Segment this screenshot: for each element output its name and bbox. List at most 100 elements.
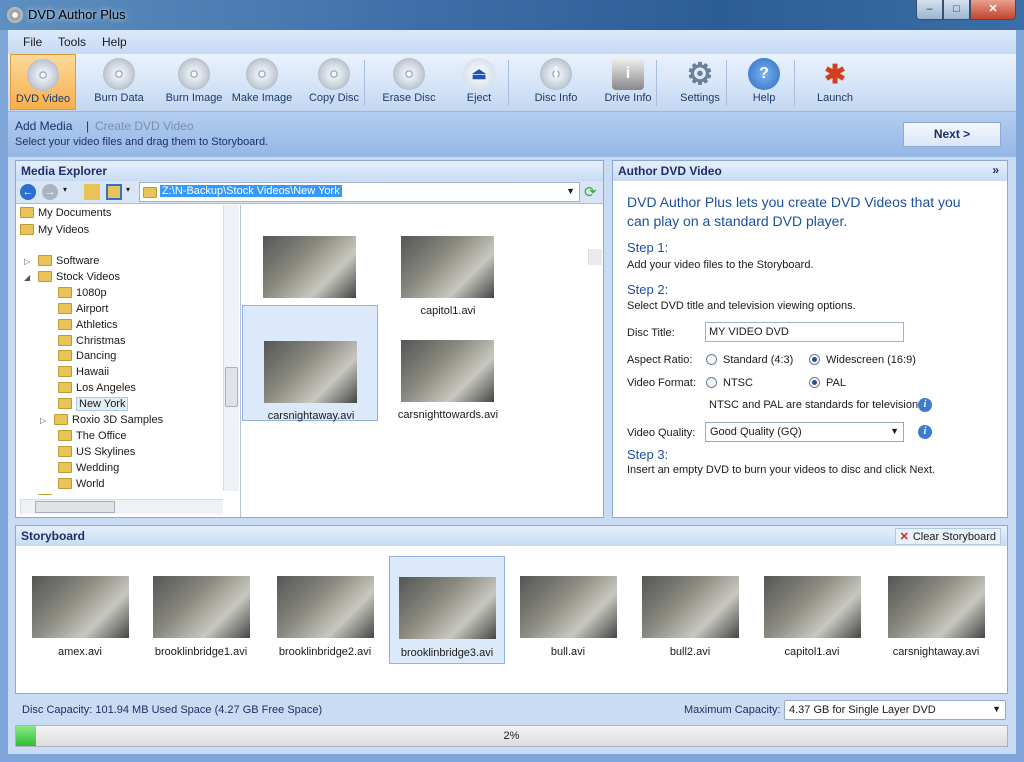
tree-item[interactable]: The Office <box>54 428 127 444</box>
collapsed-arrow-icon[interactable]: ▷ <box>24 254 38 270</box>
toolbar-button-disc-info[interactable]: i Disc Info <box>520 54 592 110</box>
toolbar-button-eject[interactable]: ⏏ Eject <box>448 54 510 110</box>
tree-item[interactable]: ▷ Software <box>24 253 99 269</box>
tree-item[interactable]: ▷ Roxio 3D Samples <box>40 412 163 428</box>
tree-horizontal-scrollbar[interactable] <box>20 499 223 514</box>
tree-item[interactable]: ▷ Technet <box>24 492 95 496</box>
tree-item[interactable]: World <box>54 476 105 492</box>
tree-item[interactable]: Los Angeles <box>54 380 136 396</box>
collapsed-arrow-icon[interactable]: ▷ <box>24 493 38 496</box>
storyboard-item-name: brooklinbridge3.avi <box>400 647 494 659</box>
refresh-icon[interactable]: ⟳ <box>584 183 597 201</box>
toolbar-button-burn-data[interactable]: Burn Data <box>86 54 152 110</box>
storyboard-item[interactable]: brooklinbridge2.avi <box>268 556 384 664</box>
toolbar-label: Eject <box>466 92 492 104</box>
chevron-down-icon[interactable]: ▼ <box>566 186 575 196</box>
tree-item[interactable]: Hawaii <box>54 364 109 380</box>
menu-tools[interactable]: Tools <box>58 35 86 49</box>
clear-storyboard-button[interactable]: ✕ Clear Storyboard <box>894 528 1001 545</box>
format-pal-radio[interactable]: PAL <box>809 377 846 389</box>
forward-icon[interactable]: → <box>42 184 58 200</box>
history-dropdown-icon[interactable]: ▾ <box>63 185 67 194</box>
storyboard-item[interactable]: capitol1.avi <box>755 556 871 664</box>
step1-title: Step 1: <box>627 240 669 255</box>
view-icon[interactable] <box>106 184 122 200</box>
video-thumbnail <box>399 577 496 639</box>
chevron-down-icon: ▼ <box>992 704 1001 714</box>
storyboard-item-name: carsnightaway.avi <box>892 646 980 658</box>
tree-item-label: Hawaii <box>76 366 110 379</box>
storyboard-item[interactable]: brooklinbridge3.avi <box>389 556 505 664</box>
storyboard-item[interactable]: brooklinbridge1.avi <box>144 556 260 664</box>
collapsed-arrow-icon[interactable]: ▷ <box>40 413 54 429</box>
toolbar-button-erase-disc[interactable]: Erase Disc <box>372 54 446 110</box>
info-icon[interactable]: i <box>918 425 932 439</box>
tree-item-label: 1080p <box>76 286 107 299</box>
storyboard-item[interactable]: amex.avi <box>23 556 139 664</box>
toolbar-button-settings[interactable]: ⚙ Settings <box>666 54 734 110</box>
aspect-widescreen-radio[interactable]: Widescreen (16:9) <box>809 354 916 366</box>
storyboard-item[interactable]: bull.avi <box>511 556 627 664</box>
scroll-thumb[interactable] <box>35 501 115 513</box>
menu-file[interactable]: File <box>23 35 42 49</box>
tree-item[interactable]: Dancing <box>54 348 116 364</box>
disc-title-input[interactable]: MY VIDEO DVD <box>705 322 904 342</box>
file-item[interactable]: bull3.avi <box>242 201 378 317</box>
tree-vertical-scrollbar[interactable] <box>223 205 239 491</box>
toolbar-label: DVD Video <box>15 93 71 105</box>
tree-item[interactable]: US Skylines <box>54 444 135 460</box>
maximize-button[interactable]: □ <box>943 0 970 20</box>
tree-item[interactable]: Wedding <box>54 460 119 476</box>
toolbar-button-dvd-video[interactable]: DVD Video <box>10 54 76 110</box>
toolbar-button-copy-disc[interactable]: Copy Disc <box>298 54 370 110</box>
radio-label: NTSC <box>723 377 753 389</box>
view-dropdown-icon[interactable]: ▾ <box>126 185 130 194</box>
tree-item[interactable]: ◢ Stock Videos <box>24 269 120 285</box>
menu-help[interactable]: Help <box>102 35 127 49</box>
tree-item[interactable]: My Documents <box>20 205 111 221</box>
toolbar-button-help[interactable]: ? Help <box>732 54 796 110</box>
video-thumbnail <box>401 340 494 402</box>
close-button[interactable]: ✕ <box>970 0 1016 20</box>
max-capacity-select[interactable]: 4.37 GB for Single Layer DVD ▼ <box>784 700 1006 720</box>
scroll-thumb[interactable] <box>225 367 238 407</box>
toolbar-button-burn-image[interactable]: Burn Image <box>158 54 230 110</box>
storyboard-item-name: brooklinbridge1.avi <box>154 646 248 658</box>
step-next-label: Create DVD Video <box>95 119 194 133</box>
back-icon[interactable]: ← <box>20 184 36 200</box>
storyboard-item[interactable]: bull2.avi <box>633 556 749 664</box>
toolbar-button-make-image[interactable]: Make Image <box>226 54 298 110</box>
menu-bar: File Tools Help <box>8 30 1016 54</box>
video-thumbnail <box>153 576 250 638</box>
tree-item[interactable]: Airport <box>54 301 108 317</box>
format-ntsc-radio[interactable]: NTSC <box>706 377 753 389</box>
expanded-arrow-icon[interactable]: ◢ <box>24 270 38 286</box>
tree-item[interactable]: My Videos <box>20 222 89 238</box>
tree-item-label: Software <box>56 255 100 267</box>
tree-item[interactable]: 1080p <box>54 285 107 301</box>
file-item[interactable]: capitol1.avi <box>380 201 516 317</box>
path-combobox[interactable]: Z:\N-Backup\Stock Videos\New York ▼ <box>139 182 580 202</box>
file-item[interactable]: carsnighttowards.avi <box>380 305 516 421</box>
tree-item[interactable]: Athletics <box>54 317 118 333</box>
tree-item[interactable]: New York <box>54 396 129 412</box>
clear-storyboard-label: Clear Storyboard <box>912 531 996 543</box>
toolbar-button-drive-info[interactable]: i Drive Info <box>592 54 664 110</box>
storyboard-item-name: bull2.avi <box>669 646 711 658</box>
progress-text: 2% <box>503 730 520 742</box>
collapse-icon[interactable]: » <box>992 163 999 177</box>
aspect-standard-radio[interactable]: Standard (4:3) <box>706 354 793 366</box>
minimize-button[interactable]: – <box>916 0 943 20</box>
storyboard-item[interactable]: carsnightaway.avi <box>879 556 995 664</box>
video-quality-select[interactable]: Good Quality (GQ) ▼ <box>705 422 904 442</box>
next-button[interactable]: Next > <box>903 122 1001 147</box>
tree-item[interactable]: Christmas <box>54 333 126 349</box>
step-instruction: Select your video files and drag them to… <box>15 136 269 148</box>
step3-title: Step 3: <box>627 447 669 462</box>
toolbar-button-launch[interactable]: ✱ Launch <box>800 54 870 110</box>
path-text[interactable]: Z:\N-Backup\Stock Videos\New York <box>160 185 342 197</box>
file-item[interactable]: carsnightaway.avi <box>242 305 378 422</box>
info-icon[interactable]: i <box>918 398 932 412</box>
file-grid: bull3.avicapitol1.avicarsnightaway.avica… <box>241 205 603 517</box>
folder-up-icon[interactable] <box>84 184 100 200</box>
